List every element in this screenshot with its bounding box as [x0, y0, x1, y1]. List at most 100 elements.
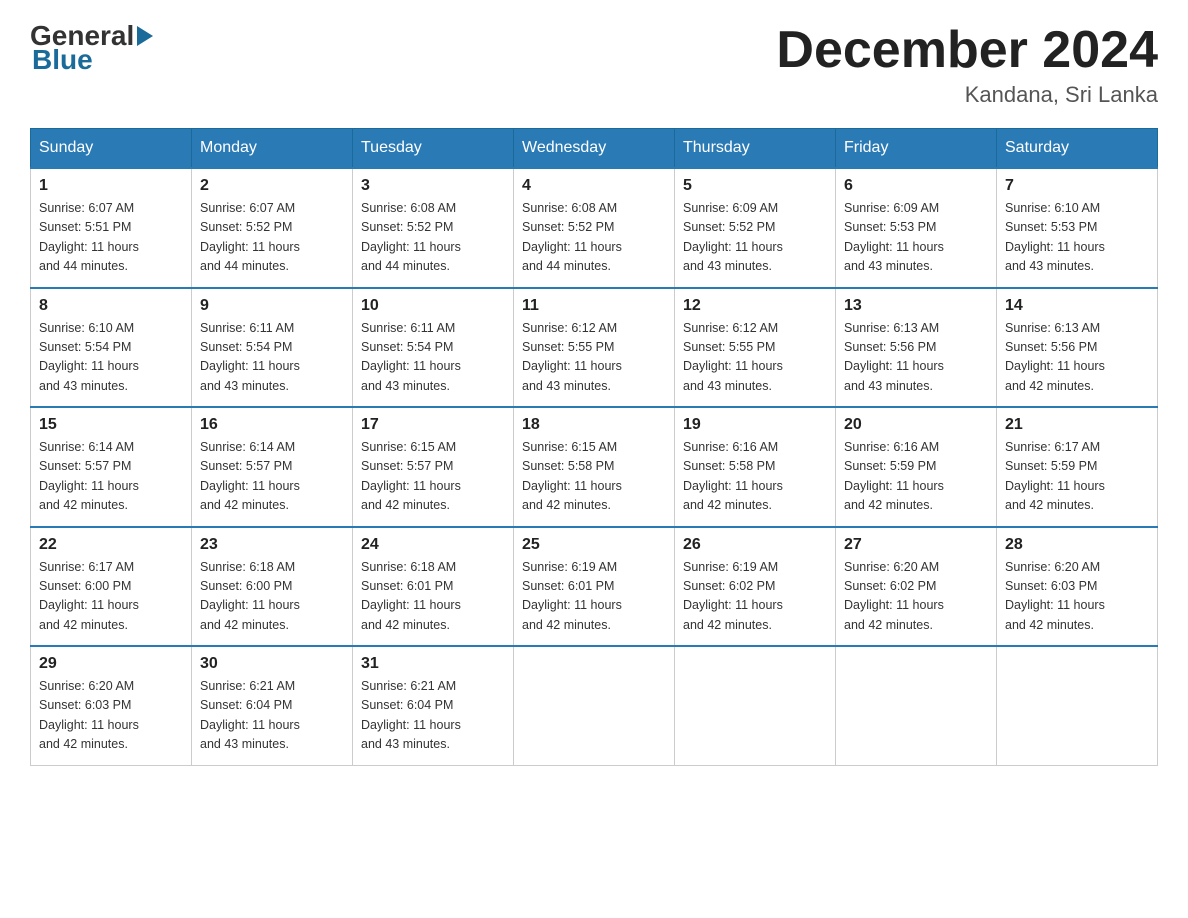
day-info: Sunrise: 6:18 AMSunset: 6:00 PMDaylight:… — [200, 560, 300, 632]
day-number: 21 — [1005, 416, 1149, 434]
day-info: Sunrise: 6:08 AMSunset: 5:52 PMDaylight:… — [522, 201, 622, 273]
header: General Blue December 2024 Kandana, Sri … — [30, 20, 1158, 108]
day-info: Sunrise: 6:19 AMSunset: 6:01 PMDaylight:… — [522, 560, 622, 632]
day-number: 6 — [844, 177, 988, 195]
col-sunday: Sunday — [31, 129, 192, 169]
table-row: 23 Sunrise: 6:18 AMSunset: 6:00 PMDaylig… — [192, 527, 353, 647]
day-number: 31 — [361, 655, 505, 673]
day-info: Sunrise: 6:09 AMSunset: 5:52 PMDaylight:… — [683, 201, 783, 273]
table-row: 22 Sunrise: 6:17 AMSunset: 6:00 PMDaylig… — [31, 527, 192, 647]
table-row: 6 Sunrise: 6:09 AMSunset: 5:53 PMDayligh… — [836, 168, 997, 288]
day-info: Sunrise: 6:18 AMSunset: 6:01 PMDaylight:… — [361, 560, 461, 632]
day-number: 26 — [683, 536, 827, 554]
table-row: 11 Sunrise: 6:12 AMSunset: 5:55 PMDaylig… — [514, 288, 675, 408]
day-info: Sunrise: 6:21 AMSunset: 6:04 PMDaylight:… — [361, 679, 461, 751]
table-row: 10 Sunrise: 6:11 AMSunset: 5:54 PMDaylig… — [353, 288, 514, 408]
day-info: Sunrise: 6:14 AMSunset: 5:57 PMDaylight:… — [200, 440, 300, 512]
logo-blue-text: Blue — [32, 44, 93, 75]
day-number: 20 — [844, 416, 988, 434]
day-number: 4 — [522, 177, 666, 195]
day-info: Sunrise: 6:08 AMSunset: 5:52 PMDaylight:… — [361, 201, 461, 273]
table-row — [514, 646, 675, 765]
day-number: 19 — [683, 416, 827, 434]
day-number: 18 — [522, 416, 666, 434]
day-info: Sunrise: 6:20 AMSunset: 6:03 PMDaylight:… — [1005, 560, 1105, 632]
day-info: Sunrise: 6:12 AMSunset: 5:55 PMDaylight:… — [683, 321, 783, 393]
day-number: 11 — [522, 297, 666, 315]
day-info: Sunrise: 6:20 AMSunset: 6:02 PMDaylight:… — [844, 560, 944, 632]
day-number: 29 — [39, 655, 183, 673]
table-row: 18 Sunrise: 6:15 AMSunset: 5:58 PMDaylig… — [514, 407, 675, 527]
table-row — [836, 646, 997, 765]
table-row: 31 Sunrise: 6:21 AMSunset: 6:04 PMDaylig… — [353, 646, 514, 765]
day-info: Sunrise: 6:16 AMSunset: 5:59 PMDaylight:… — [844, 440, 944, 512]
day-info: Sunrise: 6:21 AMSunset: 6:04 PMDaylight:… — [200, 679, 300, 751]
day-info: Sunrise: 6:19 AMSunset: 6:02 PMDaylight:… — [683, 560, 783, 632]
day-number: 3 — [361, 177, 505, 195]
calendar-week-row: 29 Sunrise: 6:20 AMSunset: 6:03 PMDaylig… — [31, 646, 1158, 765]
calendar-week-row: 15 Sunrise: 6:14 AMSunset: 5:57 PMDaylig… — [31, 407, 1158, 527]
table-row: 7 Sunrise: 6:10 AMSunset: 5:53 PMDayligh… — [997, 168, 1158, 288]
day-number: 24 — [361, 536, 505, 554]
logo: General Blue — [30, 20, 156, 76]
table-row: 19 Sunrise: 6:16 AMSunset: 5:58 PMDaylig… — [675, 407, 836, 527]
table-row — [997, 646, 1158, 765]
day-number: 23 — [200, 536, 344, 554]
day-number: 15 — [39, 416, 183, 434]
day-number: 22 — [39, 536, 183, 554]
table-row: 8 Sunrise: 6:10 AMSunset: 5:54 PMDayligh… — [31, 288, 192, 408]
col-monday: Monday — [192, 129, 353, 169]
calendar-table: Sunday Monday Tuesday Wednesday Thursday… — [30, 128, 1158, 766]
day-info: Sunrise: 6:13 AMSunset: 5:56 PMDaylight:… — [844, 321, 944, 393]
day-info: Sunrise: 6:16 AMSunset: 5:58 PMDaylight:… — [683, 440, 783, 512]
day-number: 12 — [683, 297, 827, 315]
month-title: December 2024 — [776, 20, 1158, 80]
logo-arrow-icon — [137, 26, 153, 46]
day-number: 25 — [522, 536, 666, 554]
day-info: Sunrise: 6:20 AMSunset: 6:03 PMDaylight:… — [39, 679, 139, 751]
day-info: Sunrise: 6:13 AMSunset: 5:56 PMDaylight:… — [1005, 321, 1105, 393]
table-row: 21 Sunrise: 6:17 AMSunset: 5:59 PMDaylig… — [997, 407, 1158, 527]
day-info: Sunrise: 6:15 AMSunset: 5:57 PMDaylight:… — [361, 440, 461, 512]
day-number: 2 — [200, 177, 344, 195]
day-number: 14 — [1005, 297, 1149, 315]
day-info: Sunrise: 6:09 AMSunset: 5:53 PMDaylight:… — [844, 201, 944, 273]
table-row: 24 Sunrise: 6:18 AMSunset: 6:01 PMDaylig… — [353, 527, 514, 647]
table-row: 26 Sunrise: 6:19 AMSunset: 6:02 PMDaylig… — [675, 527, 836, 647]
table-row: 1 Sunrise: 6:07 AMSunset: 5:51 PMDayligh… — [31, 168, 192, 288]
table-row: 28 Sunrise: 6:20 AMSunset: 6:03 PMDaylig… — [997, 527, 1158, 647]
table-row: 9 Sunrise: 6:11 AMSunset: 5:54 PMDayligh… — [192, 288, 353, 408]
day-number: 10 — [361, 297, 505, 315]
col-tuesday: Tuesday — [353, 129, 514, 169]
day-info: Sunrise: 6:14 AMSunset: 5:57 PMDaylight:… — [39, 440, 139, 512]
table-row: 2 Sunrise: 6:07 AMSunset: 5:52 PMDayligh… — [192, 168, 353, 288]
day-number: 30 — [200, 655, 344, 673]
day-number: 8 — [39, 297, 183, 315]
table-row: 13 Sunrise: 6:13 AMSunset: 5:56 PMDaylig… — [836, 288, 997, 408]
table-row: 29 Sunrise: 6:20 AMSunset: 6:03 PMDaylig… — [31, 646, 192, 765]
day-number: 16 — [200, 416, 344, 434]
day-info: Sunrise: 6:17 AMSunset: 6:00 PMDaylight:… — [39, 560, 139, 632]
day-number: 5 — [683, 177, 827, 195]
calendar-week-row: 1 Sunrise: 6:07 AMSunset: 5:51 PMDayligh… — [31, 168, 1158, 288]
table-row: 30 Sunrise: 6:21 AMSunset: 6:04 PMDaylig… — [192, 646, 353, 765]
calendar-header-row: Sunday Monday Tuesday Wednesday Thursday… — [31, 129, 1158, 169]
location-text: Kandana, Sri Lanka — [776, 82, 1158, 108]
title-area: December 2024 Kandana, Sri Lanka — [776, 20, 1158, 108]
day-info: Sunrise: 6:15 AMSunset: 5:58 PMDaylight:… — [522, 440, 622, 512]
table-row: 4 Sunrise: 6:08 AMSunset: 5:52 PMDayligh… — [514, 168, 675, 288]
day-info: Sunrise: 6:07 AMSunset: 5:51 PMDaylight:… — [39, 201, 139, 273]
day-info: Sunrise: 6:17 AMSunset: 5:59 PMDaylight:… — [1005, 440, 1105, 512]
table-row: 5 Sunrise: 6:09 AMSunset: 5:52 PMDayligh… — [675, 168, 836, 288]
day-info: Sunrise: 6:10 AMSunset: 5:54 PMDaylight:… — [39, 321, 139, 393]
table-row: 16 Sunrise: 6:14 AMSunset: 5:57 PMDaylig… — [192, 407, 353, 527]
day-number: 7 — [1005, 177, 1149, 195]
day-info: Sunrise: 6:07 AMSunset: 5:52 PMDaylight:… — [200, 201, 300, 273]
table-row — [675, 646, 836, 765]
day-number: 9 — [200, 297, 344, 315]
day-number: 17 — [361, 416, 505, 434]
table-row: 3 Sunrise: 6:08 AMSunset: 5:52 PMDayligh… — [353, 168, 514, 288]
day-number: 1 — [39, 177, 183, 195]
day-info: Sunrise: 6:11 AMSunset: 5:54 PMDaylight:… — [200, 321, 300, 393]
col-saturday: Saturday — [997, 129, 1158, 169]
